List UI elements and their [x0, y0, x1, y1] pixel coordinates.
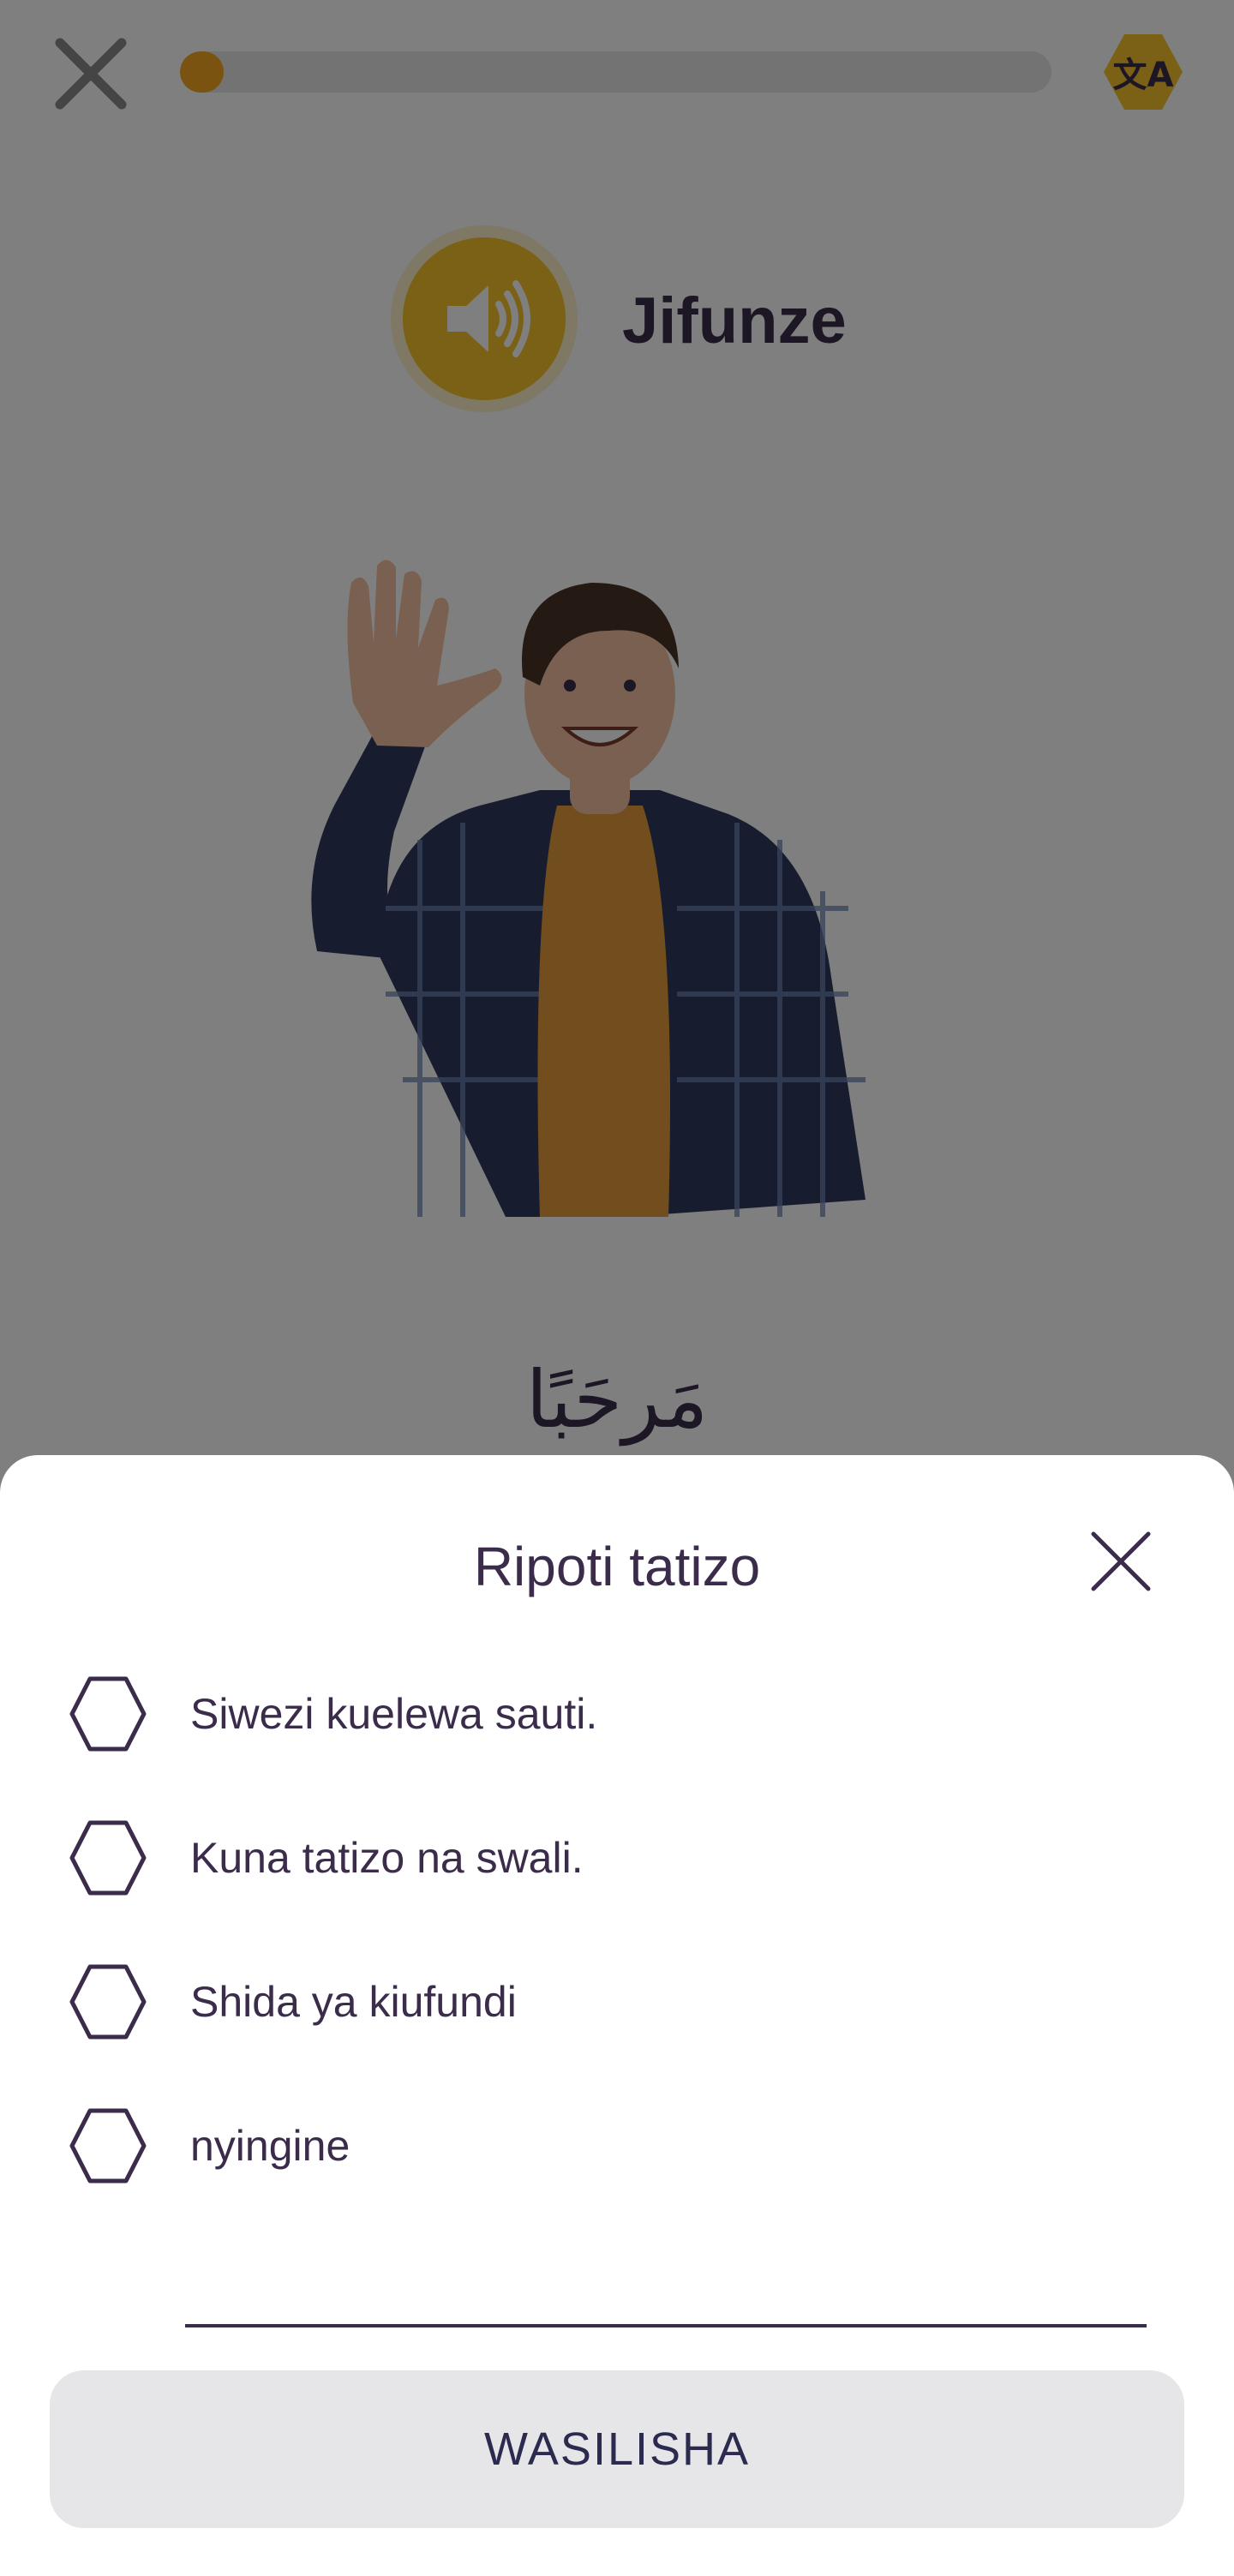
hexagon-radio-icon — [69, 2106, 147, 2185]
report-problem-sheet: Ripoti tatizo Siwezi kuelewa sauti. Kuna… — [0, 1455, 1234, 2576]
other-problem-input[interactable] — [185, 2255, 1147, 2327]
report-option-label: Siwezi kuelewa sauti. — [190, 1690, 598, 1738]
report-option-label: Shida ya kiufundi — [190, 1978, 517, 2026]
submit-report-button[interactable]: WASILISHA — [50, 2370, 1184, 2528]
report-option-audio[interactable]: Siwezi kuelewa sauti. — [69, 1662, 1165, 1765]
sheet-title: Ripoti tatizo — [473, 1536, 761, 1597]
close-icon — [1091, 1531, 1151, 1591]
close-sheet-button[interactable] — [1081, 1522, 1160, 1601]
report-option-question[interactable]: Kuna tatizo na swali. — [69, 1806, 1165, 1909]
report-option-label: Kuna tatizo na swali. — [190, 1834, 584, 1882]
hexagon-radio-icon — [69, 1674, 147, 1753]
report-option-technical[interactable]: Shida ya kiufundi — [69, 1950, 1165, 2053]
report-option-label: nyingine — [190, 2122, 350, 2170]
hexagon-radio-icon — [69, 1818, 147, 1897]
hexagon-radio-icon — [69, 1962, 147, 2041]
report-option-other[interactable]: nyingine — [69, 2094, 1165, 2197]
